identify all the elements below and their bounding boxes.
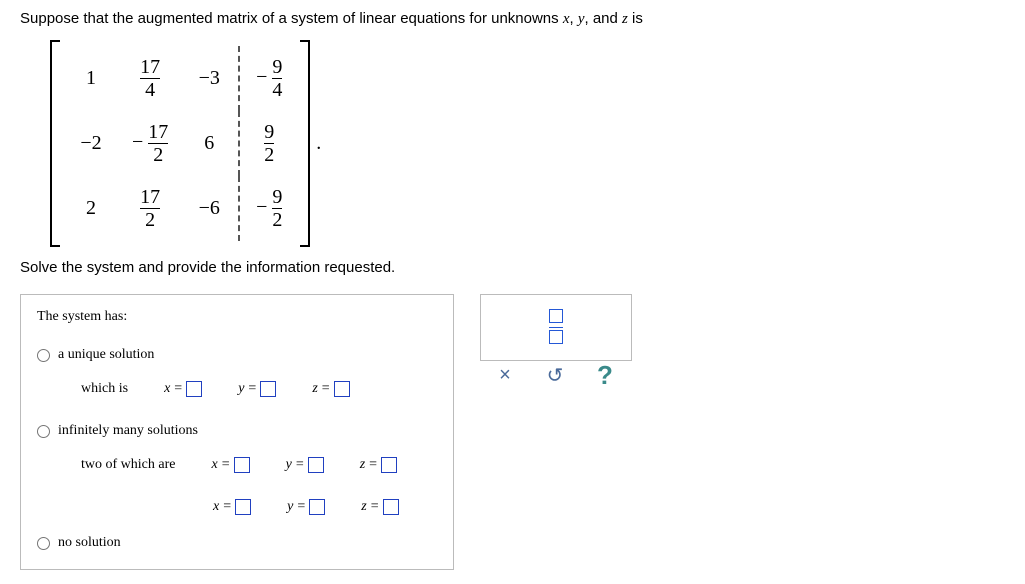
two-of-label: two of which are [81, 457, 175, 473]
input-inf2-z[interactable] [383, 499, 399, 515]
equation-toolbox [480, 294, 632, 361]
fraction-tool-den-icon [549, 330, 563, 344]
label-infinite: infinitely many solutions [58, 423, 198, 439]
fraction-tool-num-icon [549, 309, 563, 323]
panel-heading: The system has: [37, 309, 437, 325]
help-button[interactable]: ? [594, 364, 616, 386]
m-r3c3: −6 [180, 176, 239, 241]
answer-panel: The system has: a unique solution which … [20, 294, 454, 570]
m-r2c3: 6 [180, 111, 239, 176]
input-unique-x[interactable] [186, 381, 202, 397]
m-r2rhs: 92 [239, 111, 298, 176]
fraction-tool-button[interactable] [549, 309, 563, 346]
label-none: no solution [58, 535, 121, 551]
m-r1c3: −3 [180, 46, 239, 111]
intro-b: is [628, 10, 643, 27]
m-r3rhs: − 92 [239, 176, 298, 241]
instruction-text: Solve the system and provide the informa… [20, 259, 1005, 276]
augmented-matrix: 1 174 −3 − 94 −2 − 172 6 92 2 172 −6 − 9… [50, 40, 1005, 247]
fraction-tool-bar-icon [549, 327, 563, 328]
input-inf1-x[interactable] [234, 457, 250, 473]
var-y: y [578, 11, 585, 27]
input-inf1-y[interactable] [308, 457, 324, 473]
m-r1c1: 1 [62, 46, 120, 111]
m-r1rhs: − 94 [239, 46, 298, 111]
input-unique-z[interactable] [334, 381, 350, 397]
action-bar: × ↺ ? [480, 356, 630, 394]
input-inf2-y[interactable] [309, 499, 325, 515]
m-r1c2: 174 [120, 46, 180, 111]
which-is-label: which is [81, 381, 128, 397]
radio-none[interactable] [37, 537, 50, 550]
input-inf2-x[interactable] [235, 499, 251, 515]
reset-button[interactable]: ↺ [544, 364, 566, 386]
m-r3c1: 2 [62, 176, 120, 241]
comma-2: , and [585, 10, 623, 27]
m-r2c2: − 172 [120, 111, 180, 176]
clear-button[interactable]: × [494, 364, 516, 386]
radio-unique[interactable] [37, 349, 50, 362]
label-unique: a unique solution [58, 347, 154, 363]
radio-infinite[interactable] [37, 425, 50, 438]
input-unique-y[interactable] [260, 381, 276, 397]
m-r3c2: 172 [120, 176, 180, 241]
comma-1: , [569, 10, 577, 27]
problem-statement: Suppose that the augmented matrix of a s… [20, 10, 1005, 28]
input-inf1-z[interactable] [381, 457, 397, 473]
intro-a: Suppose that the augmented matrix of a s… [20, 10, 563, 27]
m-r2c1: −2 [62, 111, 120, 176]
matrix-period: . [316, 132, 321, 155]
